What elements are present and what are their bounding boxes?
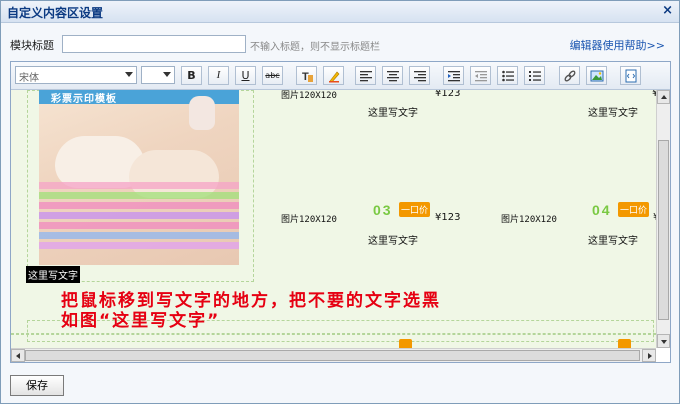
item-number: 03 [373,202,393,218]
image-placeholder-label: 图片120X120 [281,215,337,225]
fixed-price-badge: 一口价 [618,202,650,217]
outdent-icon [474,71,487,82]
close-icon[interactable]: × [662,3,673,18]
image-placeholder-label: 图片120X120 [501,215,557,225]
write-text-placeholder: 这里写文字 [368,108,418,119]
strikethrough-button[interactable]: abc [262,66,283,85]
save-button[interactable]: 保存 [10,375,64,396]
selected-text-highlight[interactable]: 这里写文字 [26,266,80,283]
image-icon [590,70,603,82]
bold-button[interactable]: B [181,66,202,85]
arrow-up-icon [661,95,667,99]
color-band [39,222,239,229]
bullet-list-button[interactable] [497,66,518,85]
module-title-input[interactable] [62,35,246,53]
vertical-scrollbar[interactable] [656,90,670,348]
editor-content-area[interactable]: 彩票示印模板 图片120X120 ¥123 这里写文字 这里写文字 ¥ 图片12… [11,90,656,348]
editor-help-link[interactable]: 编辑器使用帮助>> [570,37,665,53]
toy-figure [189,96,215,130]
bullet-list-icon [501,70,514,82]
source-code-button[interactable] [620,66,641,85]
scroll-right-button[interactable] [642,349,656,362]
fixed-price-badge-partial [618,339,631,348]
fixed-price-badge: 一口价 [399,202,431,217]
insert-image-button[interactable] [586,66,607,85]
price-label: ¥123 [435,90,461,99]
dialog: 自定义内容区设置 × 模块标题 不输入标题，则不显示标题栏 编辑器使用帮助>> … [0,0,680,404]
arrow-left-icon [16,353,20,359]
module-title-label: 模块标题 [10,39,54,52]
align-right-button[interactable] [409,66,430,85]
scroll-down-button[interactable] [657,334,670,348]
color-band [39,212,239,219]
color-band [39,232,239,239]
underline-button[interactable]: U [235,66,256,85]
scroll-up-button[interactable] [657,90,670,104]
horizontal-scrollbar[interactable] [11,348,656,362]
item-number: 04 [592,202,612,218]
write-text-placeholder: 这里写文字 [588,236,638,247]
horizontal-scroll-thumb[interactable] [25,350,640,361]
indent-button[interactable] [443,66,464,85]
color-band [39,242,239,249]
numbered-list-icon [528,71,541,81]
align-left-button[interactable] [355,66,376,85]
rich-text-editor: 宋体 B I U abc T 彩票示印模板 图片120X120 ¥123 这里写… [10,61,671,363]
vertical-scroll-thumb[interactable] [658,140,669,320]
shoe-shape [129,150,219,198]
fixed-price-badge-partial [399,339,412,348]
numbered-list-button[interactable] [524,66,545,85]
arrow-right-icon [648,353,652,359]
module-title-row: 模块标题 不输入标题，则不显示标题栏 编辑器使用帮助>> [1,33,679,55]
color-band [39,192,239,199]
title-bar: 自定义内容区设置 × [1,1,679,23]
dialog-title: 自定义内容区设置 [7,6,104,20]
svg-text:T: T [302,71,309,83]
editor-toolbar: 宋体 B I U abc T [11,62,670,90]
italic-button[interactable]: I [208,66,229,85]
text-color-icon: T [302,71,313,83]
font-family-select[interactable]: 宋体 [15,66,137,84]
arrow-down-icon [661,340,667,344]
outdent-button[interactable] [470,66,491,85]
highlight-button[interactable] [323,66,344,85]
color-band [39,182,239,189]
write-text-placeholder: 这里写文字 [588,108,638,119]
align-center-icon [386,71,399,82]
color-band [39,202,239,209]
align-center-button[interactable] [382,66,403,85]
font-size-select[interactable] [141,66,175,84]
link-icon [564,70,575,82]
write-text-placeholder: 这里写文字 [368,236,418,247]
source-code-icon [625,69,636,83]
align-left-icon [359,71,372,82]
indent-icon [447,71,460,82]
scroll-left-button[interactable] [11,349,25,362]
image-placeholder-label: 图片120X120 [281,91,337,101]
chevron-down-icon [163,72,171,77]
chevron-down-icon [125,72,133,77]
product-image: 彩票示印模板 [39,90,239,265]
highlighter-icon [328,71,339,83]
row-divider [11,333,656,335]
text-color-button[interactable]: T [296,66,317,85]
instruction-line-2: 如图“这里写文字” [61,311,221,331]
font-family-value: 宋体 [19,73,39,84]
insert-link-button[interactable] [559,66,580,85]
price-label: ¥123 [435,212,461,223]
align-right-icon [413,71,426,82]
module-title-hint: 不输入标题，则不显示标题栏 [250,42,380,53]
banner-text: 彩票示印模板 [51,94,117,105]
